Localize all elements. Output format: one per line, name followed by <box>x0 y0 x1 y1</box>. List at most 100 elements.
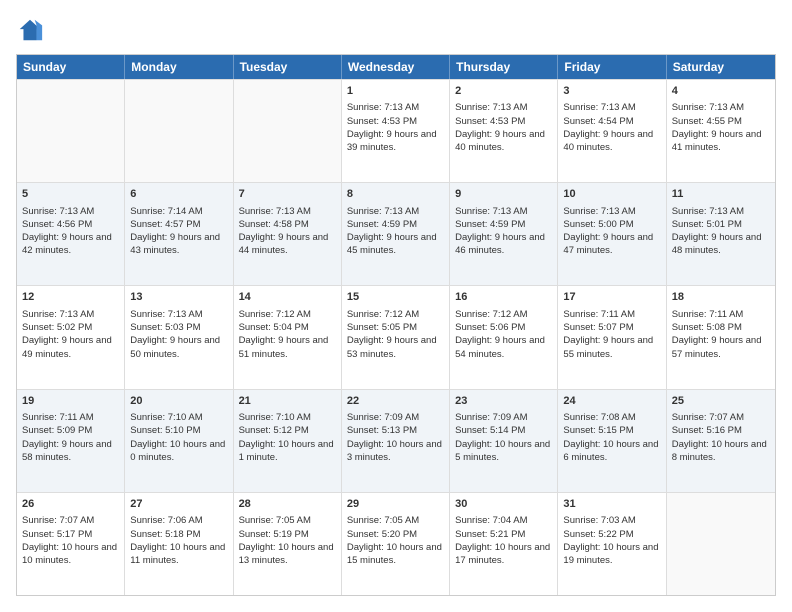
day-info: Sunset: 5:22 PM <box>563 528 660 541</box>
day-number: 29 <box>347 497 444 512</box>
weekday-header: Sunday <box>17 55 125 79</box>
day-number: 1 <box>347 84 444 99</box>
calendar-row: 12Sunrise: 7:13 AMSunset: 5:02 PMDayligh… <box>17 285 775 388</box>
day-number: 3 <box>563 84 660 99</box>
day-info: Daylight: 10 hours and 1 minute. <box>239 438 336 465</box>
day-info: Sunset: 5:00 PM <box>563 218 660 231</box>
calendar-cell: 28Sunrise: 7:05 AMSunset: 5:19 PMDayligh… <box>234 493 342 595</box>
day-info: Sunset: 5:07 PM <box>563 321 660 334</box>
day-info: Sunrise: 7:12 AM <box>239 308 336 321</box>
day-info: Sunset: 5:09 PM <box>22 424 119 437</box>
day-number: 10 <box>563 187 660 202</box>
day-info: Daylight: 10 hours and 15 minutes. <box>347 541 444 568</box>
day-info: Daylight: 10 hours and 13 minutes. <box>239 541 336 568</box>
day-info: Sunrise: 7:12 AM <box>455 308 552 321</box>
day-info: Sunrise: 7:13 AM <box>672 205 770 218</box>
calendar-row: 26Sunrise: 7:07 AMSunset: 5:17 PMDayligh… <box>17 492 775 595</box>
day-info: Sunrise: 7:13 AM <box>455 205 552 218</box>
calendar-cell: 18Sunrise: 7:11 AMSunset: 5:08 PMDayligh… <box>667 286 775 388</box>
day-info: Sunrise: 7:13 AM <box>455 101 552 114</box>
day-info: Sunrise: 7:09 AM <box>347 411 444 424</box>
day-info: Daylight: 9 hours and 49 minutes. <box>22 334 119 361</box>
weekday-header: Monday <box>125 55 233 79</box>
day-number: 8 <box>347 187 444 202</box>
day-info: Daylight: 9 hours and 39 minutes. <box>347 128 444 155</box>
day-info: Sunset: 4:58 PM <box>239 218 336 231</box>
day-info: Daylight: 10 hours and 0 minutes. <box>130 438 227 465</box>
calendar-cell <box>125 80 233 182</box>
day-info: Daylight: 9 hours and 54 minutes. <box>455 334 552 361</box>
day-info: Sunset: 5:15 PM <box>563 424 660 437</box>
day-info: Sunrise: 7:13 AM <box>347 205 444 218</box>
calendar-cell: 24Sunrise: 7:08 AMSunset: 5:15 PMDayligh… <box>558 390 666 492</box>
day-info: Sunset: 5:02 PM <box>22 321 119 334</box>
day-info: Sunset: 5:05 PM <box>347 321 444 334</box>
day-number: 26 <box>22 497 119 512</box>
day-info: Sunrise: 7:13 AM <box>22 308 119 321</box>
day-info: Sunrise: 7:13 AM <box>130 308 227 321</box>
day-info: Sunrise: 7:06 AM <box>130 514 227 527</box>
day-info: Sunset: 5:20 PM <box>347 528 444 541</box>
day-info: Daylight: 9 hours and 45 minutes. <box>347 231 444 258</box>
calendar-cell <box>667 493 775 595</box>
calendar-cell <box>17 80 125 182</box>
day-info: Sunrise: 7:07 AM <box>672 411 770 424</box>
day-number: 24 <box>563 394 660 409</box>
weekday-header: Saturday <box>667 55 775 79</box>
day-number: 23 <box>455 394 552 409</box>
day-info: Daylight: 9 hours and 57 minutes. <box>672 334 770 361</box>
day-info: Sunset: 5:12 PM <box>239 424 336 437</box>
day-info: Sunrise: 7:13 AM <box>672 101 770 114</box>
day-info: Daylight: 10 hours and 11 minutes. <box>130 541 227 568</box>
day-info: Sunrise: 7:11 AM <box>672 308 770 321</box>
calendar-cell <box>234 80 342 182</box>
calendar-cell: 14Sunrise: 7:12 AMSunset: 5:04 PMDayligh… <box>234 286 342 388</box>
calendar-cell: 13Sunrise: 7:13 AMSunset: 5:03 PMDayligh… <box>125 286 233 388</box>
day-info: Sunrise: 7:09 AM <box>455 411 552 424</box>
day-info: Sunset: 5:10 PM <box>130 424 227 437</box>
day-info: Sunset: 4:55 PM <box>672 115 770 128</box>
day-info: Daylight: 9 hours and 47 minutes. <box>563 231 660 258</box>
day-info: Sunset: 5:18 PM <box>130 528 227 541</box>
day-number: 13 <box>130 290 227 305</box>
day-info: Sunset: 4:54 PM <box>563 115 660 128</box>
calendar-cell: 25Sunrise: 7:07 AMSunset: 5:16 PMDayligh… <box>667 390 775 492</box>
weekday-header: Tuesday <box>234 55 342 79</box>
day-number: 15 <box>347 290 444 305</box>
calendar-header: SundayMondayTuesdayWednesdayThursdayFrid… <box>17 55 775 79</box>
calendar-row: 1Sunrise: 7:13 AMSunset: 4:53 PMDaylight… <box>17 79 775 182</box>
day-info: Sunrise: 7:04 AM <box>455 514 552 527</box>
calendar-row: 19Sunrise: 7:11 AMSunset: 5:09 PMDayligh… <box>17 389 775 492</box>
calendar-cell: 30Sunrise: 7:04 AMSunset: 5:21 PMDayligh… <box>450 493 558 595</box>
day-info: Sunset: 4:57 PM <box>130 218 227 231</box>
calendar-cell: 3Sunrise: 7:13 AMSunset: 4:54 PMDaylight… <box>558 80 666 182</box>
day-number: 16 <box>455 290 552 305</box>
day-info: Daylight: 9 hours and 40 minutes. <box>563 128 660 155</box>
calendar-cell: 10Sunrise: 7:13 AMSunset: 5:00 PMDayligh… <box>558 183 666 285</box>
calendar-cell: 17Sunrise: 7:11 AMSunset: 5:07 PMDayligh… <box>558 286 666 388</box>
day-info: Daylight: 10 hours and 6 minutes. <box>563 438 660 465</box>
day-info: Daylight: 9 hours and 48 minutes. <box>672 231 770 258</box>
day-info: Daylight: 10 hours and 19 minutes. <box>563 541 660 568</box>
day-number: 19 <box>22 394 119 409</box>
day-number: 11 <box>672 187 770 202</box>
calendar-cell: 4Sunrise: 7:13 AMSunset: 4:55 PMDaylight… <box>667 80 775 182</box>
day-info: Sunrise: 7:13 AM <box>347 101 444 114</box>
day-number: 12 <box>22 290 119 305</box>
day-info: Daylight: 9 hours and 51 minutes. <box>239 334 336 361</box>
day-number: 22 <box>347 394 444 409</box>
day-info: Daylight: 9 hours and 58 minutes. <box>22 438 119 465</box>
calendar-cell: 19 Sunrise: 7:11 AMSunset: 5:09 PMDayligh… <box>17 390 125 492</box>
calendar-row: 5Sunrise: 7:13 AMSunset: 4:56 PMDaylight… <box>17 182 775 285</box>
day-info: Sunset: 4:56 PM <box>22 218 119 231</box>
day-info: Sunrise: 7:11 AM <box>563 308 660 321</box>
day-info: Sunset: 5:21 PM <box>455 528 552 541</box>
day-info: Sunset: 4:59 PM <box>347 218 444 231</box>
day-info: Sunrise: 7:11 AM <box>22 411 119 424</box>
day-info: Daylight: 9 hours and 40 minutes. <box>455 128 552 155</box>
header <box>16 16 776 44</box>
calendar-cell: 31Sunrise: 7:03 AMSunset: 5:22 PMDayligh… <box>558 493 666 595</box>
day-info: Daylight: 10 hours and 17 minutes. <box>455 541 552 568</box>
day-info: Daylight: 9 hours and 46 minutes. <box>455 231 552 258</box>
day-number: 17 <box>563 290 660 305</box>
